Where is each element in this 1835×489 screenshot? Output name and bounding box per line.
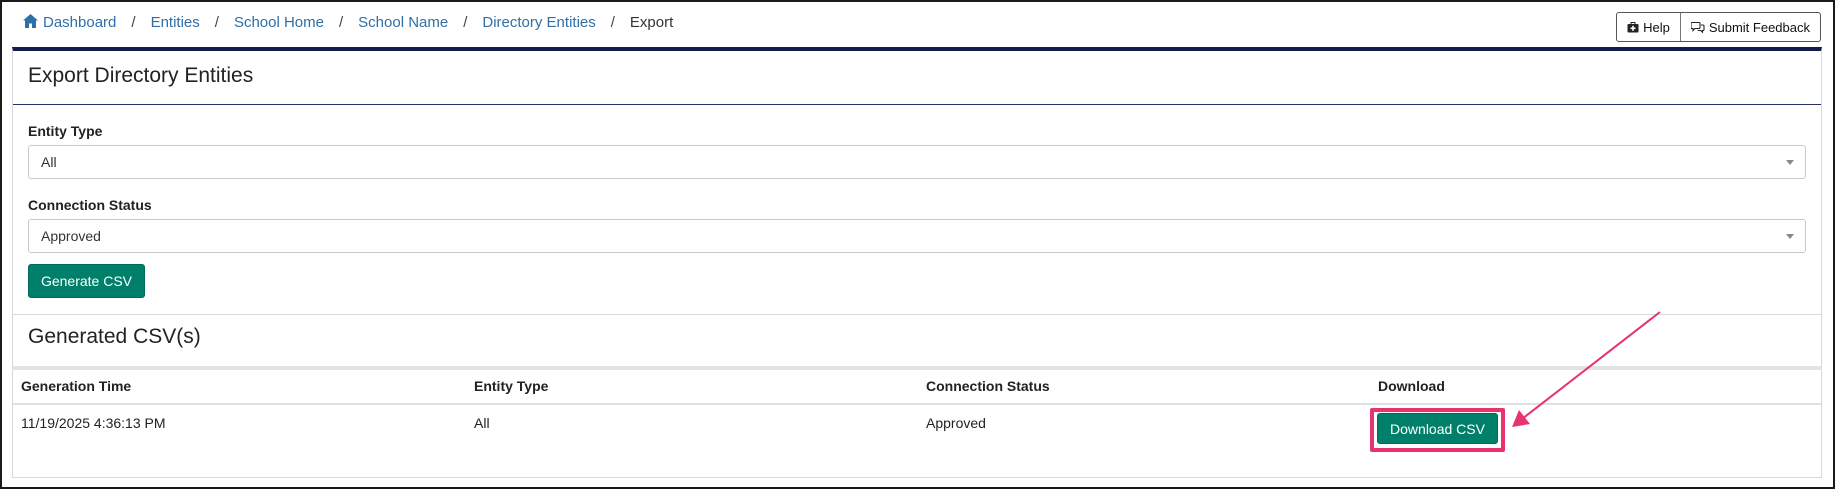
generated-csv-title: Generated CSV(s) [28, 325, 201, 348]
home-icon [23, 14, 38, 28]
breadcrumb-dashboard-label: Dashboard [43, 14, 117, 31]
breadcrumb-entities[interactable]: Entities [151, 14, 200, 31]
breadcrumb-current: Export [629, 13, 674, 31]
export-card: Export Directory Entities Entity Type Al… [12, 47, 1822, 315]
card-divider [13, 104, 1821, 105]
chat-bubbles-icon [1690, 21, 1705, 33]
annotation-highlight-box [1370, 408, 1505, 452]
generated-csv-table: Generation Time Entity Type Connection S… [12, 370, 1822, 478]
breadcrumb-dashboard[interactable]: Dashboard [22, 13, 116, 31]
entity-type-value: All [41, 154, 57, 170]
connection-status-label: Connection Status [28, 197, 152, 213]
column-header-download: Download [1378, 378, 1445, 394]
breadcrumb: Dashboard / Entities / School Home / Sch… [22, 13, 673, 31]
connection-status-value: Approved [41, 228, 101, 244]
column-header-entity-type: Entity Type [474, 378, 549, 394]
breadcrumb-school-name[interactable]: School Name [358, 14, 448, 31]
help-button[interactable]: Help [1617, 13, 1680, 41]
generated-csv-header: Generated CSV(s) [12, 314, 1822, 370]
generate-csv-button[interactable]: Generate CSV [28, 264, 145, 298]
table-header-divider [13, 403, 1821, 405]
cell-connection-status: Approved [926, 415, 986, 431]
breadcrumb-separator: / [131, 13, 136, 31]
breadcrumb-school-home[interactable]: School Home [234, 14, 324, 31]
column-header-generation-time: Generation Time [21, 378, 132, 394]
caret-down-icon [1786, 234, 1794, 239]
breadcrumb-separator: / [338, 13, 344, 31]
connection-status-select[interactable]: Approved [28, 219, 1806, 253]
breadcrumb-directory-entities[interactable]: Directory Entities [482, 14, 595, 31]
submit-feedback-button[interactable]: Submit Feedback [1679, 13, 1820, 41]
breadcrumb-separator: / [214, 13, 219, 31]
column-header-connection-status: Connection Status [926, 378, 1050, 394]
breadcrumb-separator: / [610, 13, 615, 31]
cell-generation-time: 11/19/2025 4:36:13 PM [21, 415, 166, 431]
breadcrumb-separator: / [463, 13, 468, 31]
cell-entity-type: All [474, 415, 490, 431]
entity-type-label: Entity Type [28, 123, 103, 139]
header-actions: Help Submit Feedback [1616, 12, 1821, 42]
help-label: Help [1643, 19, 1670, 35]
caret-down-icon [1786, 160, 1794, 165]
submit-feedback-label: Submit Feedback [1708, 19, 1810, 35]
entity-type-select[interactable]: All [28, 145, 1806, 179]
page-title: Export Directory Entities [28, 64, 254, 87]
first-aid-kit-icon [1627, 21, 1639, 32]
